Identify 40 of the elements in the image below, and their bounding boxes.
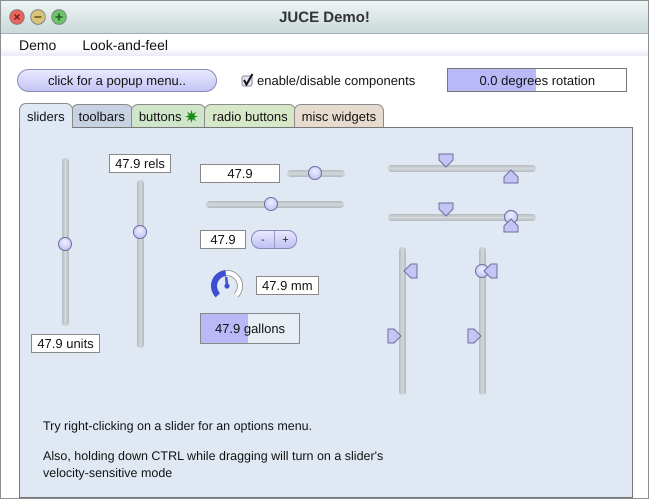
bar-slider[interactable]: 47.9 gallons bbox=[200, 313, 300, 344]
slider-thumb[interactable] bbox=[308, 166, 322, 180]
window-title: JUCE Demo! bbox=[278, 8, 371, 26]
slider-thumb[interactable] bbox=[264, 197, 278, 211]
maximize-icon[interactable] bbox=[51, 9, 67, 25]
min-thumb-icon[interactable] bbox=[438, 202, 454, 218]
value-field[interactable]: 47.9 bbox=[200, 164, 280, 183]
tab[interactable]: sliders bbox=[19, 103, 73, 128]
tab[interactable]: buttons bbox=[130, 104, 206, 127]
checkbox-label: enable/disable components bbox=[257, 72, 416, 88]
rotation-slider[interactable]: 0.0 degrees rotation bbox=[447, 68, 628, 92]
hint-text: Try right-clicking on a slider for an options menu. bbox=[43, 418, 314, 435]
star-icon bbox=[185, 110, 198, 122]
max-thumb-icon[interactable] bbox=[402, 262, 418, 279]
checkbox[interactable] bbox=[241, 73, 254, 87]
menu-item[interactable]: Demo bbox=[19, 37, 56, 53]
min-thumb-icon[interactable] bbox=[387, 328, 403, 344]
value-field[interactable]: 47.9 units bbox=[31, 334, 100, 353]
tab[interactable]: toolbars bbox=[70, 104, 133, 127]
bar-value: 47.9 gallons bbox=[214, 321, 286, 336]
slider-thumb[interactable] bbox=[132, 225, 146, 240]
min-thumb-icon[interactable] bbox=[438, 153, 454, 169]
menu-item[interactable]: Look-and-feel bbox=[82, 37, 168, 53]
min-thumb-icon[interactable] bbox=[467, 328, 483, 344]
max-thumb-icon[interactable] bbox=[502, 217, 519, 233]
close-icon[interactable] bbox=[9, 9, 25, 25]
tab[interactable]: radio buttons bbox=[204, 104, 296, 127]
decrement-button[interactable]: - bbox=[252, 231, 274, 248]
value-field[interactable]: 47.9 mm bbox=[256, 276, 319, 294]
tab[interactable]: misc widgets bbox=[294, 104, 384, 127]
max-thumb-icon[interactable] bbox=[482, 262, 498, 279]
value-field[interactable]: 47.9 bbox=[200, 230, 246, 249]
popup-menu-button[interactable]: click for a popup menu.. bbox=[17, 68, 217, 92]
value-field[interactable]: 47.9 rels bbox=[109, 154, 171, 173]
increment-button[interactable]: + bbox=[274, 231, 296, 248]
rotation-value: 0.0 degrees rotation bbox=[479, 72, 596, 88]
hint-text: Also, holding down CTRL while dragging will turn on a slider's velocity-sensitive mode bbox=[43, 448, 384, 482]
minimize-icon[interactable] bbox=[30, 9, 46, 25]
slider-thumb[interactable] bbox=[58, 236, 72, 251]
max-thumb-icon[interactable] bbox=[502, 168, 519, 184]
